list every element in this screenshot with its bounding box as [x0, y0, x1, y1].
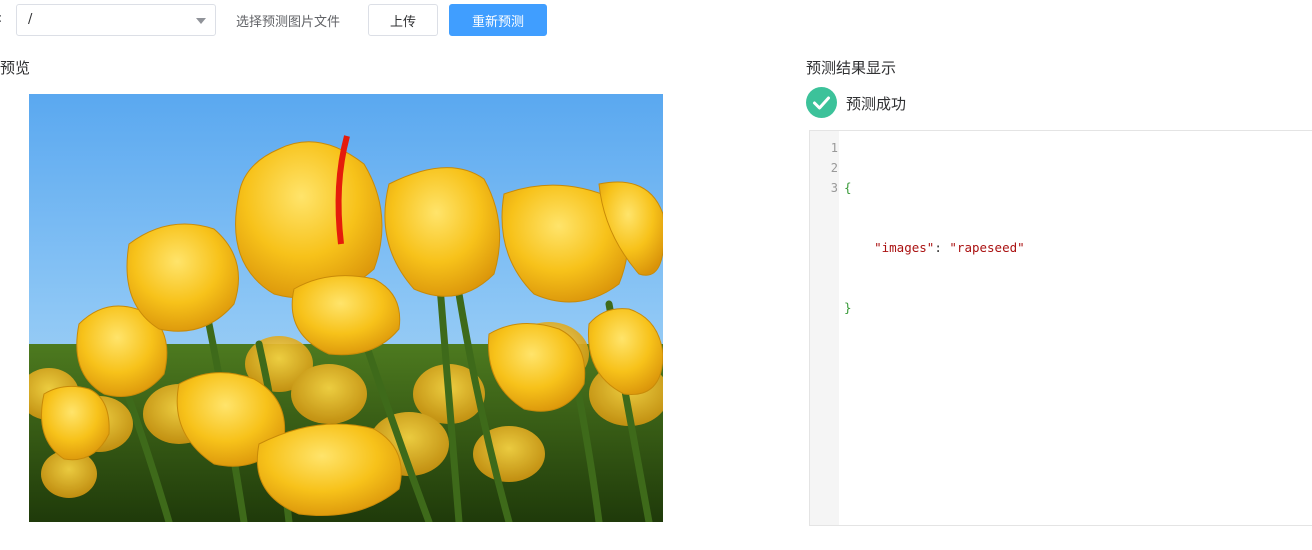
check-circle-icon	[806, 87, 837, 118]
json-separator: :	[934, 240, 950, 255]
json-open-brace: {	[844, 180, 852, 195]
json-key: "images"	[874, 240, 935, 255]
path-select-value: /	[28, 12, 33, 27]
chevron-down-icon	[196, 18, 206, 24]
path-select[interactable]: /	[16, 4, 216, 36]
partial-label: :	[0, 11, 2, 26]
upload-button[interactable]: 上传	[368, 4, 438, 36]
json-value: "rapeseed"	[949, 240, 1025, 255]
line-number: 1	[830, 141, 838, 155]
json-editor[interactable]: 1 2 3 { "images": "rapeseed" }	[809, 130, 1312, 526]
line-number: 2	[830, 161, 838, 175]
line-numbers: 1 2 3	[810, 138, 838, 198]
status-text: 预测成功	[846, 95, 907, 113]
preview-image	[29, 94, 663, 522]
json-close-brace: }	[844, 300, 852, 315]
code-content: { "images": "rapeseed" }	[844, 138, 1025, 358]
result-title: 预测结果显示	[806, 59, 897, 77]
preview-title: 预览	[0, 59, 31, 77]
repredict-button[interactable]: 重新预测	[449, 4, 547, 36]
choose-file-label[interactable]: 选择预测图片文件	[236, 11, 340, 30]
line-number: 3	[830, 181, 838, 195]
